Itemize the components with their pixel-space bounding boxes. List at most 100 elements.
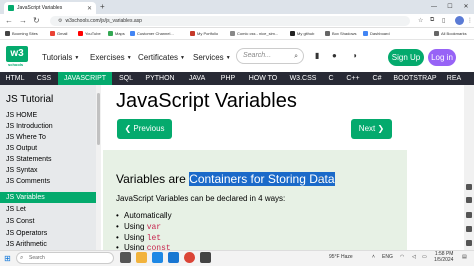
selected-text[interactable]: Containers for Storing Data — [189, 172, 335, 186]
stop-icon[interactable] — [466, 240, 472, 246]
sign-up-button[interactable]: Sign Up — [388, 49, 424, 66]
sidebar-item-output[interactable]: JS Output — [0, 143, 96, 154]
menu-tutorials[interactable]: Tutorials ▼ — [42, 53, 79, 62]
bookmark-item[interactable]: My github — [290, 31, 314, 36]
language-indicator[interactable]: ENG — [382, 254, 393, 260]
sidebar-item-variables[interactable]: JS Variables — [0, 192, 96, 203]
task-view-icon[interactable] — [120, 252, 131, 263]
close-window-icon[interactable]: ✕ — [458, 0, 474, 14]
sidebar-item-const[interactable]: JS Const — [0, 216, 96, 227]
spaces-icon[interactable]: ▮ — [315, 51, 319, 60]
chrome-icon[interactable] — [184, 252, 195, 263]
screenshot-tool-icon[interactable] — [466, 184, 472, 190]
bookmark-item[interactable]: My Portfolio — [190, 31, 218, 36]
sidebar-item-comments[interactable]: JS Comments — [0, 176, 96, 187]
page-scrollbar[interactable] — [464, 85, 474, 258]
search-icon[interactable]: ⌕ — [294, 50, 298, 64]
star-icon[interactable]: ☆ — [418, 17, 423, 24]
youtube-icon — [78, 31, 83, 36]
topic-w3css[interactable]: W3.CSS — [284, 72, 322, 85]
reload-icon[interactable]: ↻ — [33, 16, 40, 25]
bookmark-item[interactable]: Customer Channel... — [130, 31, 174, 36]
topic-html[interactable]: HTML — [0, 72, 30, 85]
log-in-button[interactable]: Log in — [428, 49, 456, 66]
bookmark-item[interactable]: Maps — [108, 31, 125, 36]
bookmark-item[interactable]: Box Shadows — [325, 31, 356, 36]
bookmark-item[interactable]: Gmail — [50, 31, 67, 36]
topic-react[interactable]: REA — [442, 72, 466, 85]
topic-nav-bar: HTML CSS JAVASCRIPT SQL PYTHON JAVA PHP … — [0, 72, 474, 85]
terminal-icon[interactable] — [200, 252, 211, 263]
microphone-icon[interactable] — [466, 212, 472, 218]
sidebar-item-arithmetic[interactable]: JS Arithmetic — [0, 239, 96, 250]
menu-services[interactable]: Services ▼ — [193, 53, 231, 62]
topic-c[interactable]: C — [322, 72, 340, 85]
browser-tab[interactable]: JavaScript Variables ✕ — [4, 2, 96, 14]
notification-icon[interactable]: ▤ — [462, 254, 467, 260]
vscode-icon[interactable] — [168, 252, 179, 263]
sidebar-item-operators[interactable]: JS Operators — [0, 228, 96, 239]
chevron-up-icon[interactable]: ˄ — [372, 254, 375, 260]
topic-python[interactable]: PYTHON — [140, 72, 180, 85]
maximize-icon[interactable]: ☐ — [442, 0, 458, 14]
bookmark-item[interactable]: Booming Sites — [5, 31, 38, 36]
pen-icon[interactable] — [466, 226, 472, 232]
menu-exercises[interactable]: Exercises ▼ — [90, 53, 132, 62]
chevron-down-icon: ▼ — [74, 54, 80, 61]
topic-javascript[interactable]: JAVASCRIPT — [58, 72, 112, 85]
back-icon[interactable]: ← — [5, 16, 13, 25]
sidebar-item-statements[interactable]: JS Statements — [0, 154, 96, 165]
forward-icon[interactable]: → — [19, 16, 27, 25]
menu-certificates[interactable]: Certificates ▼ — [138, 53, 185, 62]
w3schools-logo[interactable]: w3 — [6, 46, 28, 62]
topic-cpp[interactable]: C++ — [340, 72, 366, 85]
topic-css[interactable]: CSS — [30, 72, 58, 85]
sidebar-scroll-thumb[interactable] — [97, 93, 100, 145]
sidebar-item-introduction[interactable]: JS Introduction — [0, 121, 96, 132]
site-info-icon[interactable]: ⚙ — [58, 18, 62, 24]
volume-icon[interactable]: ◁ — [412, 254, 416, 260]
edge-icon[interactable] — [152, 252, 163, 263]
search-icon: ⌕ — [20, 255, 24, 261]
sidebar-item-let[interactable]: JS Let — [0, 204, 96, 215]
minimize-icon[interactable]: — — [426, 0, 442, 14]
topic-csharp[interactable]: C# — [366, 72, 388, 85]
topic-sql[interactable]: SQL — [112, 72, 140, 85]
bookmark-item[interactable]: Dashboard — [363, 31, 390, 36]
sidebar-item-home[interactable]: JS HOME — [0, 110, 96, 121]
close-tab-icon[interactable]: ✕ — [87, 5, 92, 12]
clock[interactable]: 1:58 PM 1/5/2024 — [434, 251, 453, 263]
user-icon[interactable]: ● — [332, 51, 337, 60]
camera-icon[interactable] — [466, 197, 472, 203]
topic-bootstrap[interactable]: BOOTSTRAP — [388, 72, 442, 85]
sidepanel-icon[interactable]: ▯ — [442, 17, 445, 24]
wifi-icon[interactable]: ◠ — [400, 254, 404, 260]
tab-title: JavaScript Variables — [17, 5, 63, 11]
topic-howto[interactable]: HOW TO — [242, 72, 284, 85]
windows-start-icon[interactable]: ⊞ — [4, 254, 11, 263]
new-tab-icon[interactable]: + — [100, 2, 105, 11]
weather-widget[interactable]: 95°F Haze — [329, 254, 353, 260]
taskbar-search[interactable]: ⌕ Search — [16, 252, 114, 264]
gmail-icon — [50, 31, 55, 36]
file-explorer-icon[interactable] — [136, 252, 147, 263]
sidebar-item-where-to[interactable]: JS Where To — [0, 132, 96, 143]
all-bookmarks[interactable]: All Bookmarks — [434, 31, 467, 36]
bookmark-item[interactable]: Comic css - nice_sim... — [230, 31, 278, 36]
text-cursor-icon: ⌶ — [319, 178, 323, 184]
sidebar-item-syntax[interactable]: JS Syntax — [0, 165, 96, 176]
dark-mode-icon[interactable]: ◑ — [352, 51, 357, 60]
bookmark-item[interactable]: YouTube — [78, 31, 101, 36]
list-item: Using let — [116, 233, 161, 243]
url-field[interactable]: ⚙ w3schools.com/js/js_variables.asp — [50, 16, 410, 26]
topic-java[interactable]: JAVA — [180, 72, 214, 85]
menu-icon[interactable]: ⋮ — [467, 17, 473, 24]
next-button[interactable]: Next ❯ — [351, 119, 392, 139]
profile-avatar[interactable] — [455, 16, 464, 25]
previous-button[interactable]: ❮ Previous — [117, 119, 172, 139]
extensions-icon[interactable]: ⧉ — [430, 17, 434, 24]
battery-icon[interactable]: ▭ — [422, 254, 427, 260]
topic-php[interactable]: PHP — [214, 72, 242, 85]
sidebar-title: JS Tutorial — [6, 94, 54, 105]
site-search-input[interactable]: Search... ⌕ — [236, 48, 304, 64]
